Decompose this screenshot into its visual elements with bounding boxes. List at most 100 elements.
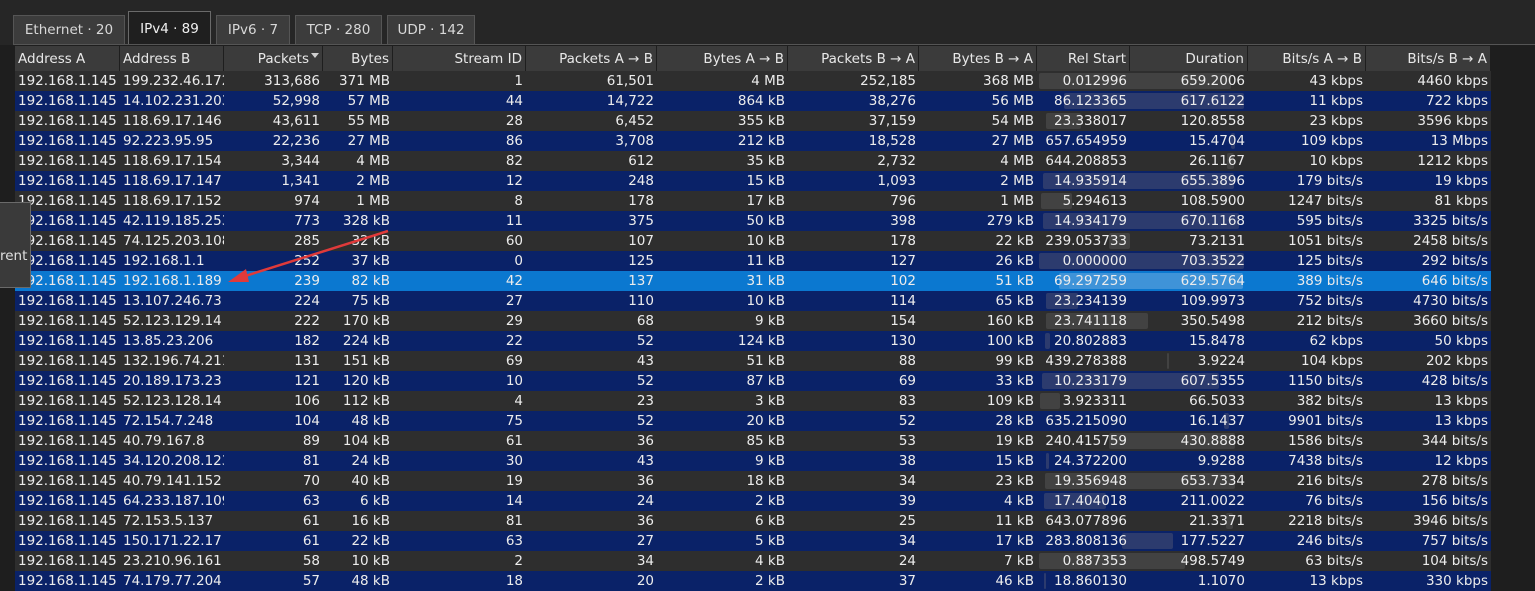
column-header-label: Bytes B → A (952, 51, 1033, 67)
column-header-bytes-a-b[interactable]: Bytes A → B (657, 46, 788, 71)
table-row[interactable]: 192.168.1.145 118.69.17.146 43,611 55 MB 28 6… (15, 111, 1491, 131)
table-row[interactable]: 192.168.1.145 40.79.141.152 70 40 kB 19 36 18 … (15, 471, 1491, 491)
tab-0[interactable]: Ethernet · 20 (13, 15, 125, 44)
cell-bytes-b-a: 51 kB (995, 273, 1034, 289)
cell-bits-a-b: 389 bits/s (1296, 273, 1363, 289)
cell-stream-id: 75 (505, 413, 523, 429)
cell-bits-a-b: 62 kbps (1309, 333, 1363, 349)
cell-packets: 89 (302, 433, 320, 449)
cell-address-b: 72.153.5.137 (123, 513, 214, 529)
cell-packets-b-a: 2,732 (877, 153, 916, 169)
cell-packets-a-b: 110 (628, 293, 654, 309)
table-row[interactable]: 192.168.1.145 74.179.77.204 57 48 kB 18 20 2 k… (15, 571, 1491, 591)
cell-bits-a-b: 595 bits/s (1296, 213, 1363, 229)
column-header-bits-b-a[interactable]: Bits/s B → A (1366, 46, 1491, 71)
cell-bytes-b-a: 33 kB (995, 373, 1034, 389)
tab-1[interactable]: IPv4 · 89 (128, 11, 211, 45)
cell-packets-b-a: 83 (898, 393, 916, 409)
table-row[interactable]: 192.168.1.145 72.153.5.137 61 16 kB 81 36 6 kB… (15, 511, 1491, 531)
table-row[interactable]: 192.168.1.145 34.120.208.123 81 24 kB 30 43 9 … (15, 451, 1491, 471)
table-row[interactable]: 192.168.1.145 192.168.1.189 239 82 kB 42 137 3… (15, 271, 1491, 291)
cell-packets-a-b: 20 (636, 573, 654, 589)
column-header-rel-start[interactable]: Rel Start (1037, 46, 1130, 71)
table-row[interactable]: 192.168.1.145 118.69.17.154 3,344 4 MB 82 612… (15, 151, 1491, 171)
tab-4[interactable]: UDP · 142 (387, 15, 475, 44)
cell-bits-b-a: 156 bits/s (1421, 493, 1488, 509)
cell-bits-b-a: 3325 bits/s (1413, 213, 1488, 229)
column-header-address-a[interactable]: Address A (15, 46, 120, 71)
table-row[interactable]: 192.168.1.145 150.171.22.17 61 22 kB 63 27 5 k… (15, 531, 1491, 551)
table-row[interactable]: 192.168.1.145 199.232.46.172 313,686 371 MB… (15, 71, 1491, 91)
table-row[interactable]: 192.168.1.145 42.119.185.253 773 328 kB 11 37… (15, 211, 1491, 231)
cell-duration: 3.9224 (1197, 353, 1245, 369)
table-row[interactable]: 192.168.1.145 14.102.231.203 52,998 57 MB 44… (15, 91, 1491, 111)
cell-packets-a-b: 61,501 (606, 73, 654, 89)
cell-packets-a-b: 52 (636, 373, 654, 389)
cell-bytes-b-a: 26 kB (995, 253, 1034, 269)
column-header-bytes[interactable]: Bytes (323, 46, 393, 71)
cell-bits-b-a: 330 kbps (1425, 573, 1488, 589)
cell-duration: 66.5033 (1189, 393, 1245, 409)
cell-stream-id: 44 (505, 93, 523, 109)
column-header-packets-a-b[interactable]: Packets A → B (526, 46, 657, 71)
cell-address-b: 72.154.7.248 (123, 413, 214, 429)
table-row[interactable]: 192.168.1.145 52.123.128.14 106 112 kB 4 23 3 … (15, 391, 1491, 411)
table-row[interactable]: 192.168.1.145 132.196.74.211 131 151 kB 69 43… (15, 351, 1491, 371)
cell-packets: 81 (302, 453, 320, 469)
column-header-bits-a-b[interactable]: Bits/s A → B (1248, 46, 1366, 71)
side-panel-popup: rent (0, 202, 31, 288)
cell-rel-start: 439.278388 (1045, 353, 1127, 369)
table-row[interactable]: 192.168.1.145 118.69.17.152 974 1 MB 8 178 17 … (15, 191, 1491, 211)
column-header-bytes-b-a[interactable]: Bytes B → A (919, 46, 1037, 71)
tab-3[interactable]: TCP · 280 (295, 15, 382, 44)
cell-bits-b-a: 344 bits/s (1421, 433, 1488, 449)
cell-duration: 15.8478 (1189, 333, 1245, 349)
table-row[interactable]: 192.168.1.145 192.168.1.1 252 37 kB 0 125 11 k… (15, 251, 1491, 271)
cell-bits-b-a: 646 bits/s (1421, 273, 1488, 289)
column-header-packets[interactable]: Packets (224, 46, 323, 71)
cell-bits-b-a: 50 kbps (1434, 333, 1488, 349)
cell-packets: 1,341 (281, 173, 320, 189)
table-row[interactable]: 192.168.1.145 52.123.129.14 222 170 kB 29 68 9… (15, 311, 1491, 331)
cell-bits-b-a: 202 kbps (1425, 353, 1488, 369)
cell-address-b: 132.196.74.211 (123, 353, 224, 369)
cell-packets-b-a: 796 (890, 193, 916, 209)
column-header-duration[interactable]: Duration (1130, 46, 1248, 71)
cell-packets: 224 (294, 293, 320, 309)
cell-stream-id: 22 (505, 333, 523, 349)
cell-bytes-a-b: 51 kB (746, 353, 785, 369)
cell-bits-a-b: 11 kbps (1309, 93, 1363, 109)
table-row[interactable]: 192.168.1.145 74.125.203.108 285 32 kB 60 107… (15, 231, 1491, 251)
cell-bits-b-a: 278 bits/s (1421, 473, 1488, 489)
cell-bytes-a-b: 31 kB (746, 273, 785, 289)
cell-stream-id: 19 (505, 473, 523, 489)
column-header-packets-b-a[interactable]: Packets B → A (788, 46, 919, 71)
cell-packets-b-a: 130 (890, 333, 916, 349)
column-header-label: Address B (123, 51, 191, 67)
cell-rel-start: 20.802883 (1053, 333, 1127, 349)
table-row[interactable]: 192.168.1.145 13.85.23.206 182 224 kB 22 52 12… (15, 331, 1491, 351)
table-row[interactable]: 192.168.1.145 23.210.96.161 58 10 kB 2 34 4 kB… (15, 551, 1491, 571)
cell-duration: 653.7334 (1180, 473, 1245, 489)
cell-bytes: 40 kB (351, 473, 390, 489)
table-row[interactable]: 192.168.1.145 13.107.246.73 224 75 kB 27 110 1… (15, 291, 1491, 311)
sort-descending-icon (311, 53, 319, 58)
cell-address-a: 192.168.1.145 (18, 73, 117, 89)
table-row[interactable]: 192.168.1.145 72.154.7.248 104 48 kB 75 52 20 … (15, 411, 1491, 431)
cell-address-b: 74.125.203.108 (123, 233, 224, 249)
column-header-stream-id[interactable]: Stream ID (393, 46, 526, 71)
table-row[interactable]: 192.168.1.145 118.69.17.147 1,341 2 MB 12 248… (15, 171, 1491, 191)
cell-packets-b-a: 52 (898, 413, 916, 429)
cell-bytes: 170 kB (342, 313, 390, 329)
cell-bytes: 57 MB (347, 93, 390, 109)
table-row[interactable]: 192.168.1.145 40.79.167.8 89 104 kB 61 36 85 k… (15, 431, 1491, 451)
column-header-address-b[interactable]: Address B (120, 46, 224, 71)
tab-2[interactable]: IPv6 · 7 (216, 15, 290, 44)
table-row[interactable]: 192.168.1.145 92.223.95.95 22,236 27 MB 86 3,… (15, 131, 1491, 151)
table-row[interactable]: 192.168.1.145 20.189.173.23 121 120 kB 10 52 8… (15, 371, 1491, 391)
cell-bytes-a-b: 9 kB (755, 453, 785, 469)
cell-bytes: 224 kB (342, 333, 390, 349)
cell-bytes-a-b: 15 kB (746, 173, 785, 189)
cell-bits-a-b: 246 bits/s (1296, 533, 1363, 549)
table-row[interactable]: 192.168.1.145 64.233.187.109 63 6 kB 14 24 2 k… (15, 491, 1491, 511)
